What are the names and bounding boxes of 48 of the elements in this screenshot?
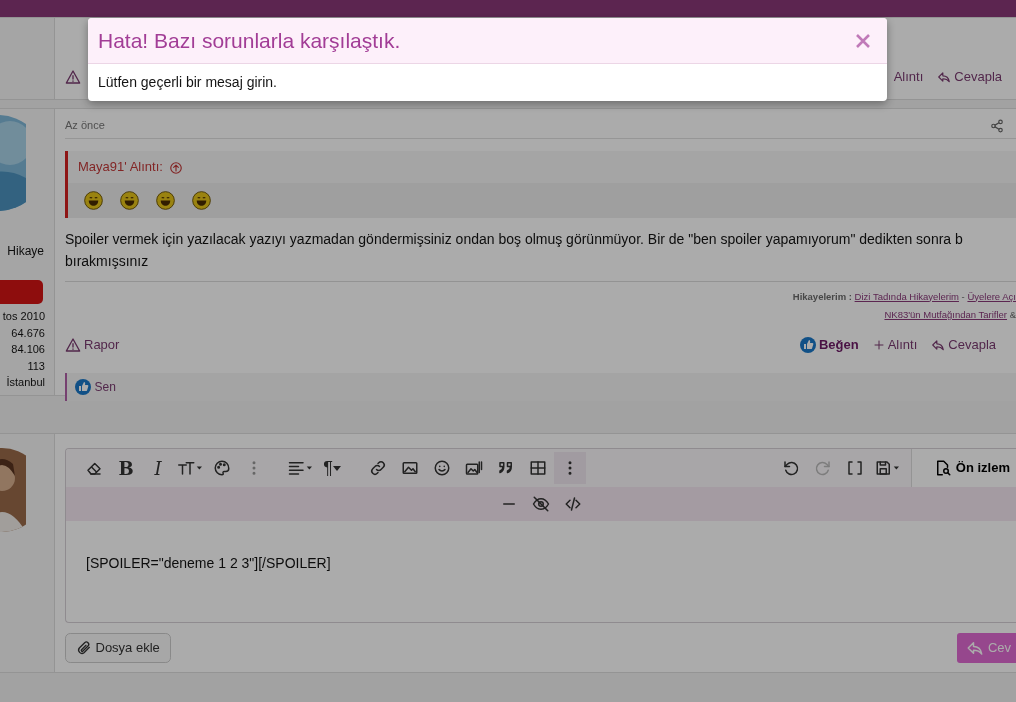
plus-icon [872,338,885,351]
user-banner [0,280,43,304]
quote-author[interactable]: Maya91' Alıntı: [78,157,163,177]
attach-file-button[interactable]: Dosya ekle [65,633,171,663]
thumbs-up-icon [799,336,816,353]
user-stat: 84.106 [10,342,46,357]
arrow-up-icon[interactable] [168,160,183,175]
bold-button[interactable]: B [110,452,142,484]
error-message: Lütfen geçerli bir mesaj girin. [98,74,277,90]
warning-icon [65,336,81,353]
signature-link[interactable]: Dizi Tadında Hikayelerim [854,290,959,302]
like-link[interactable]: Beğen [799,334,859,355]
post-text-line: Spoiler vermek için yazılacak yazıyı yazmadan göndermişsiniz ondan boş olmuş görünmüyor. Bir de "ben spoiler yapamıyorum" dedikten sonra b [65,229,964,249]
editor-text: [SPOILER="deneme 1 2 3"][/SPOILER] [86,555,331,571]
user-stat: 113 [26,358,46,374]
user-stat: tos 2010 [2,309,46,324]
share-icon[interactable] [990,119,1004,134]
reply-link[interactable]: Cevapla [931,334,996,355]
laughing-emoji-icon [84,190,103,210]
report-link[interactable]: Rapor [65,334,120,355]
close-icon[interactable] [855,32,871,49]
signature-link[interactable]: Üyelere Açı [967,290,1016,302]
thumbs-up-icon [75,378,91,395]
preview-button[interactable]: Ön izlem [911,449,1016,487]
reply-icon [937,69,952,84]
caret-icon [332,464,341,472]
reply-icon [931,337,946,352]
paragraph-button[interactable]: ¶ [316,452,348,484]
preview-icon [934,459,953,477]
dialog-title: Hata! Bazı sorunlarla karşılaştık. [98,27,401,54]
italic-button[interactable]: I [142,452,174,484]
signature-text: Hikayelerim : Dizi Tadında Hikayelerim - Üyelere Açı [791,289,1016,304]
quote-link[interactable]: Alıntı [893,66,924,87]
signature-link[interactable]: NK83'ün Mutfağından Tarifler [884,308,1007,320]
user-title: Hikaye [7,243,44,260]
reaction-user-link[interactable]: Sen [94,377,116,396]
laughing-emoji-icon [192,190,211,210]
laughing-emoji-icon [156,190,175,210]
signature-text: NK83'ün Mutfağından Tarifler & [883,307,1016,322]
user-stat: İstanbul [5,375,46,390]
laughing-emoji-icon [120,190,139,210]
quote-link[interactable]: Alıntı [872,334,918,355]
warning-icon [65,69,81,86]
paperclip-icon [76,639,92,656]
post-text-line: bırakmışsınız [65,251,150,271]
user-stat: 64.676 [10,325,46,341]
reply-link[interactable]: Cevapla [937,66,1002,87]
post-time[interactable]: Az önce [65,117,105,134]
